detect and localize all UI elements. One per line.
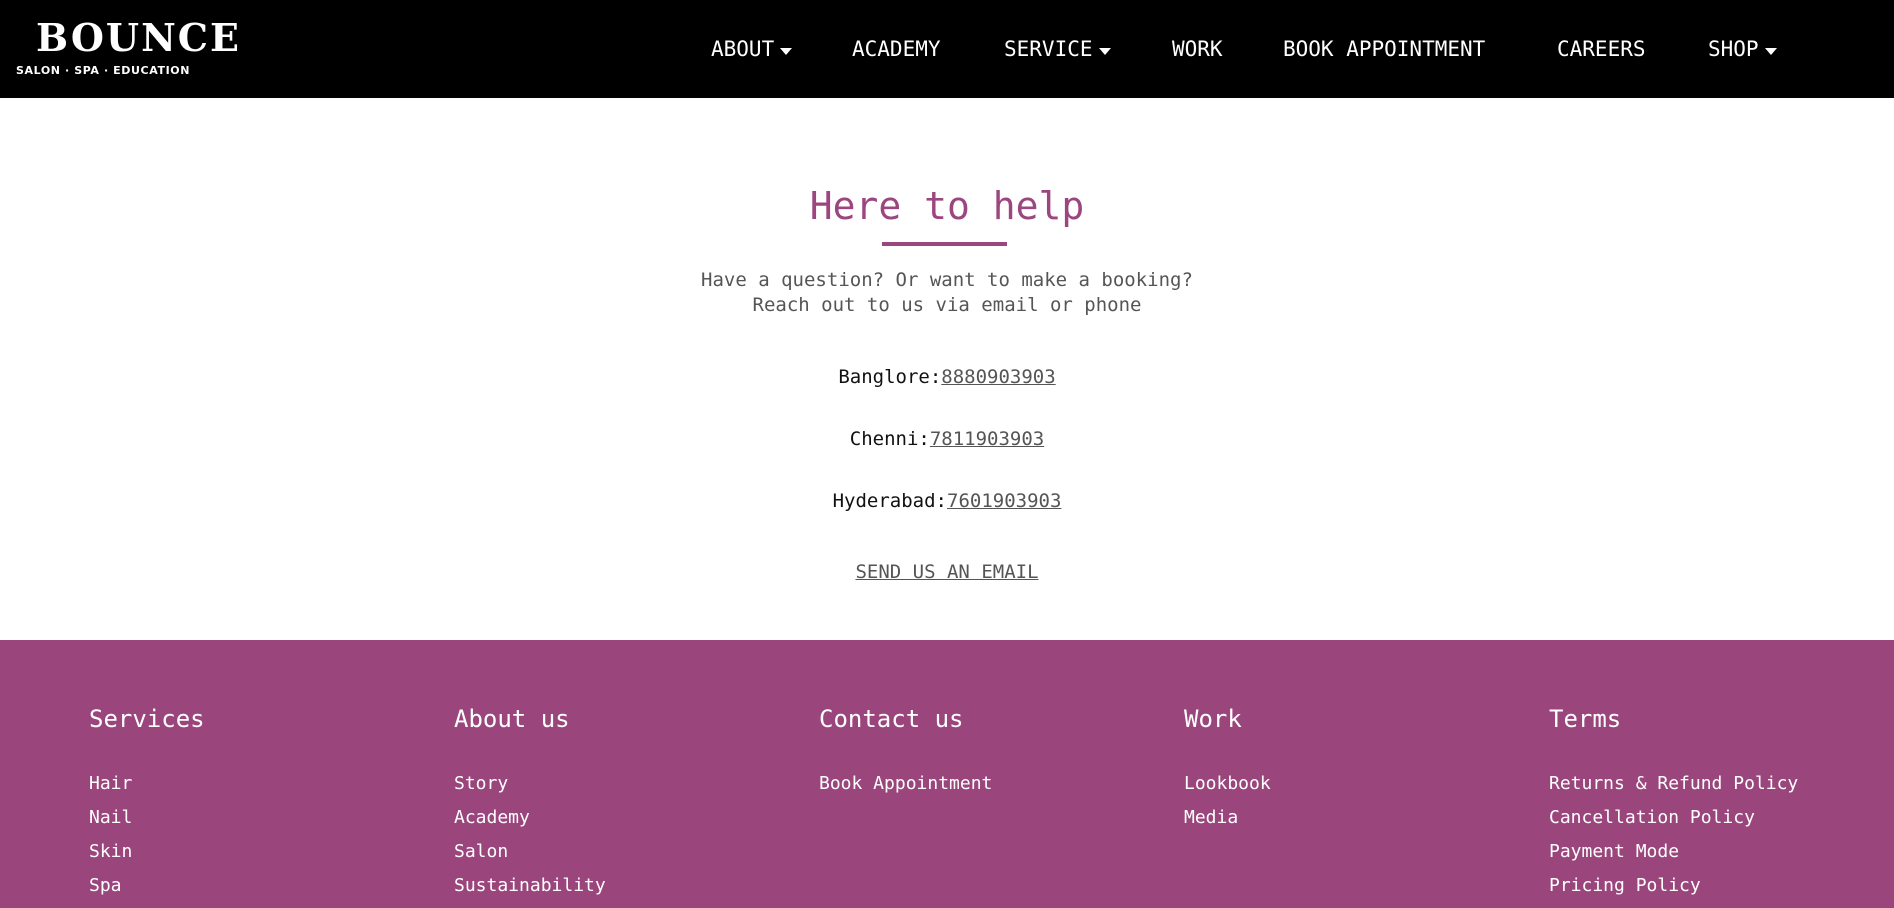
footer-link-spa[interactable]: Spa — [89, 874, 429, 897]
nav-service[interactable]: SERVICE — [1004, 36, 1111, 62]
footer-link-salon[interactable]: Salon — [454, 840, 794, 863]
caret-down-icon — [1764, 47, 1777, 55]
footer-link-hair[interactable]: Hair — [89, 772, 429, 795]
footer-link-sustainability[interactable]: Sustainability — [454, 874, 794, 897]
footer-col-services: Services Hair Nail Skin Spa — [89, 704, 429, 908]
footer-link-pricing[interactable]: Pricing Policy — [1549, 874, 1889, 897]
footer-col-work: Work Lookbook Media — [1184, 704, 1524, 840]
footer-heading: Terms — [1549, 705, 1622, 733]
footer-link-story[interactable]: Story — [454, 772, 794, 795]
nav-shop-label: SHOP — [1708, 37, 1759, 61]
title-underline — [882, 242, 1007, 246]
footer-link-academy[interactable]: Academy — [454, 806, 794, 829]
nav-academy[interactable]: ACADEMY — [852, 36, 941, 62]
intro-text: Have a question? Or want to make a booki… — [0, 268, 1894, 318]
site-header: BOUNCE SALON · SPA · EDUCATION ABOUT ACA… — [0, 0, 1894, 98]
nav-careers-label: CAREERS — [1557, 37, 1646, 61]
nav-academy-label: ACADEMY — [852, 37, 941, 61]
nav-book-appointment-label: BOOK APPOINTMENT — [1283, 37, 1486, 61]
nav-work[interactable]: WORK — [1172, 36, 1223, 62]
nav-work-label: WORK — [1172, 37, 1223, 61]
phone-link-hyderabad[interactable]: 7601903903 — [947, 490, 1061, 512]
footer-col-about: About us Story Academy Salon Sustainabil… — [454, 704, 794, 908]
nav-book-appointment[interactable]: BOOK APPOINTMENT — [1283, 36, 1485, 62]
city-label: Hyderabad: — [832, 490, 947, 512]
nav-careers[interactable]: CAREERS — [1557, 36, 1646, 62]
footer-col-contact: Contact us Book Appointment — [819, 704, 1159, 806]
city-label: Chenni: — [849, 428, 930, 450]
footer-link-skin[interactable]: Skin — [89, 840, 429, 863]
intro-line-2: Reach out to us via email or phone — [752, 294, 1142, 316]
contact-hyderabad: Hyderabad:7601903903 — [0, 489, 1894, 513]
footer-link-payment-mode[interactable]: Payment Mode — [1549, 840, 1889, 863]
nav-service-label: SERVICE — [1004, 37, 1093, 61]
nav-about[interactable]: ABOUT — [711, 36, 793, 62]
main-nav: ABOUT ACADEMY SERVICE WORK BOOK APPOINTM… — [0, 0, 1894, 98]
footer-heading: Work — [1184, 705, 1242, 733]
footer-heading: Services — [89, 705, 205, 733]
site-footer: Services Hair Nail Skin Spa About us Sto… — [0, 640, 1894, 908]
footer-heading: Contact us — [819, 705, 964, 733]
footer-link-cancellation[interactable]: Cancellation Policy — [1549, 806, 1889, 829]
footer-link-book-appointment[interactable]: Book Appointment — [819, 772, 1159, 795]
phone-link-chenni[interactable]: 7811903903 — [930, 428, 1044, 450]
intro-line-1: Have a question? Or want to make a booki… — [701, 269, 1193, 291]
footer-link-lookbook[interactable]: Lookbook — [1184, 772, 1524, 795]
help-section: Here to help Have a question? Or want to… — [0, 98, 1894, 640]
contact-banglore: Banglore:8880903903 — [0, 365, 1894, 389]
page-title: Here to help — [809, 184, 1085, 228]
contact-chenni: Chenni:7811903903 — [0, 427, 1894, 451]
caret-down-icon — [780, 47, 793, 55]
footer-link-media[interactable]: Media — [1184, 806, 1524, 829]
nav-about-label: ABOUT — [711, 37, 775, 61]
city-label: Banglore: — [838, 366, 942, 388]
nav-shop[interactable]: SHOP — [1708, 36, 1777, 62]
caret-down-icon — [1098, 47, 1111, 55]
send-email-link[interactable]: SEND US AN EMAIL — [0, 560, 1894, 584]
phone-link-banglore[interactable]: 8880903903 — [941, 366, 1055, 388]
footer-link-nail[interactable]: Nail — [89, 806, 429, 829]
footer-link-returns-refund[interactable]: Returns & Refund Policy — [1549, 772, 1889, 795]
footer-heading: About us — [454, 705, 570, 733]
footer-col-terms: Terms Returns & Refund Policy Cancellati… — [1549, 704, 1889, 908]
